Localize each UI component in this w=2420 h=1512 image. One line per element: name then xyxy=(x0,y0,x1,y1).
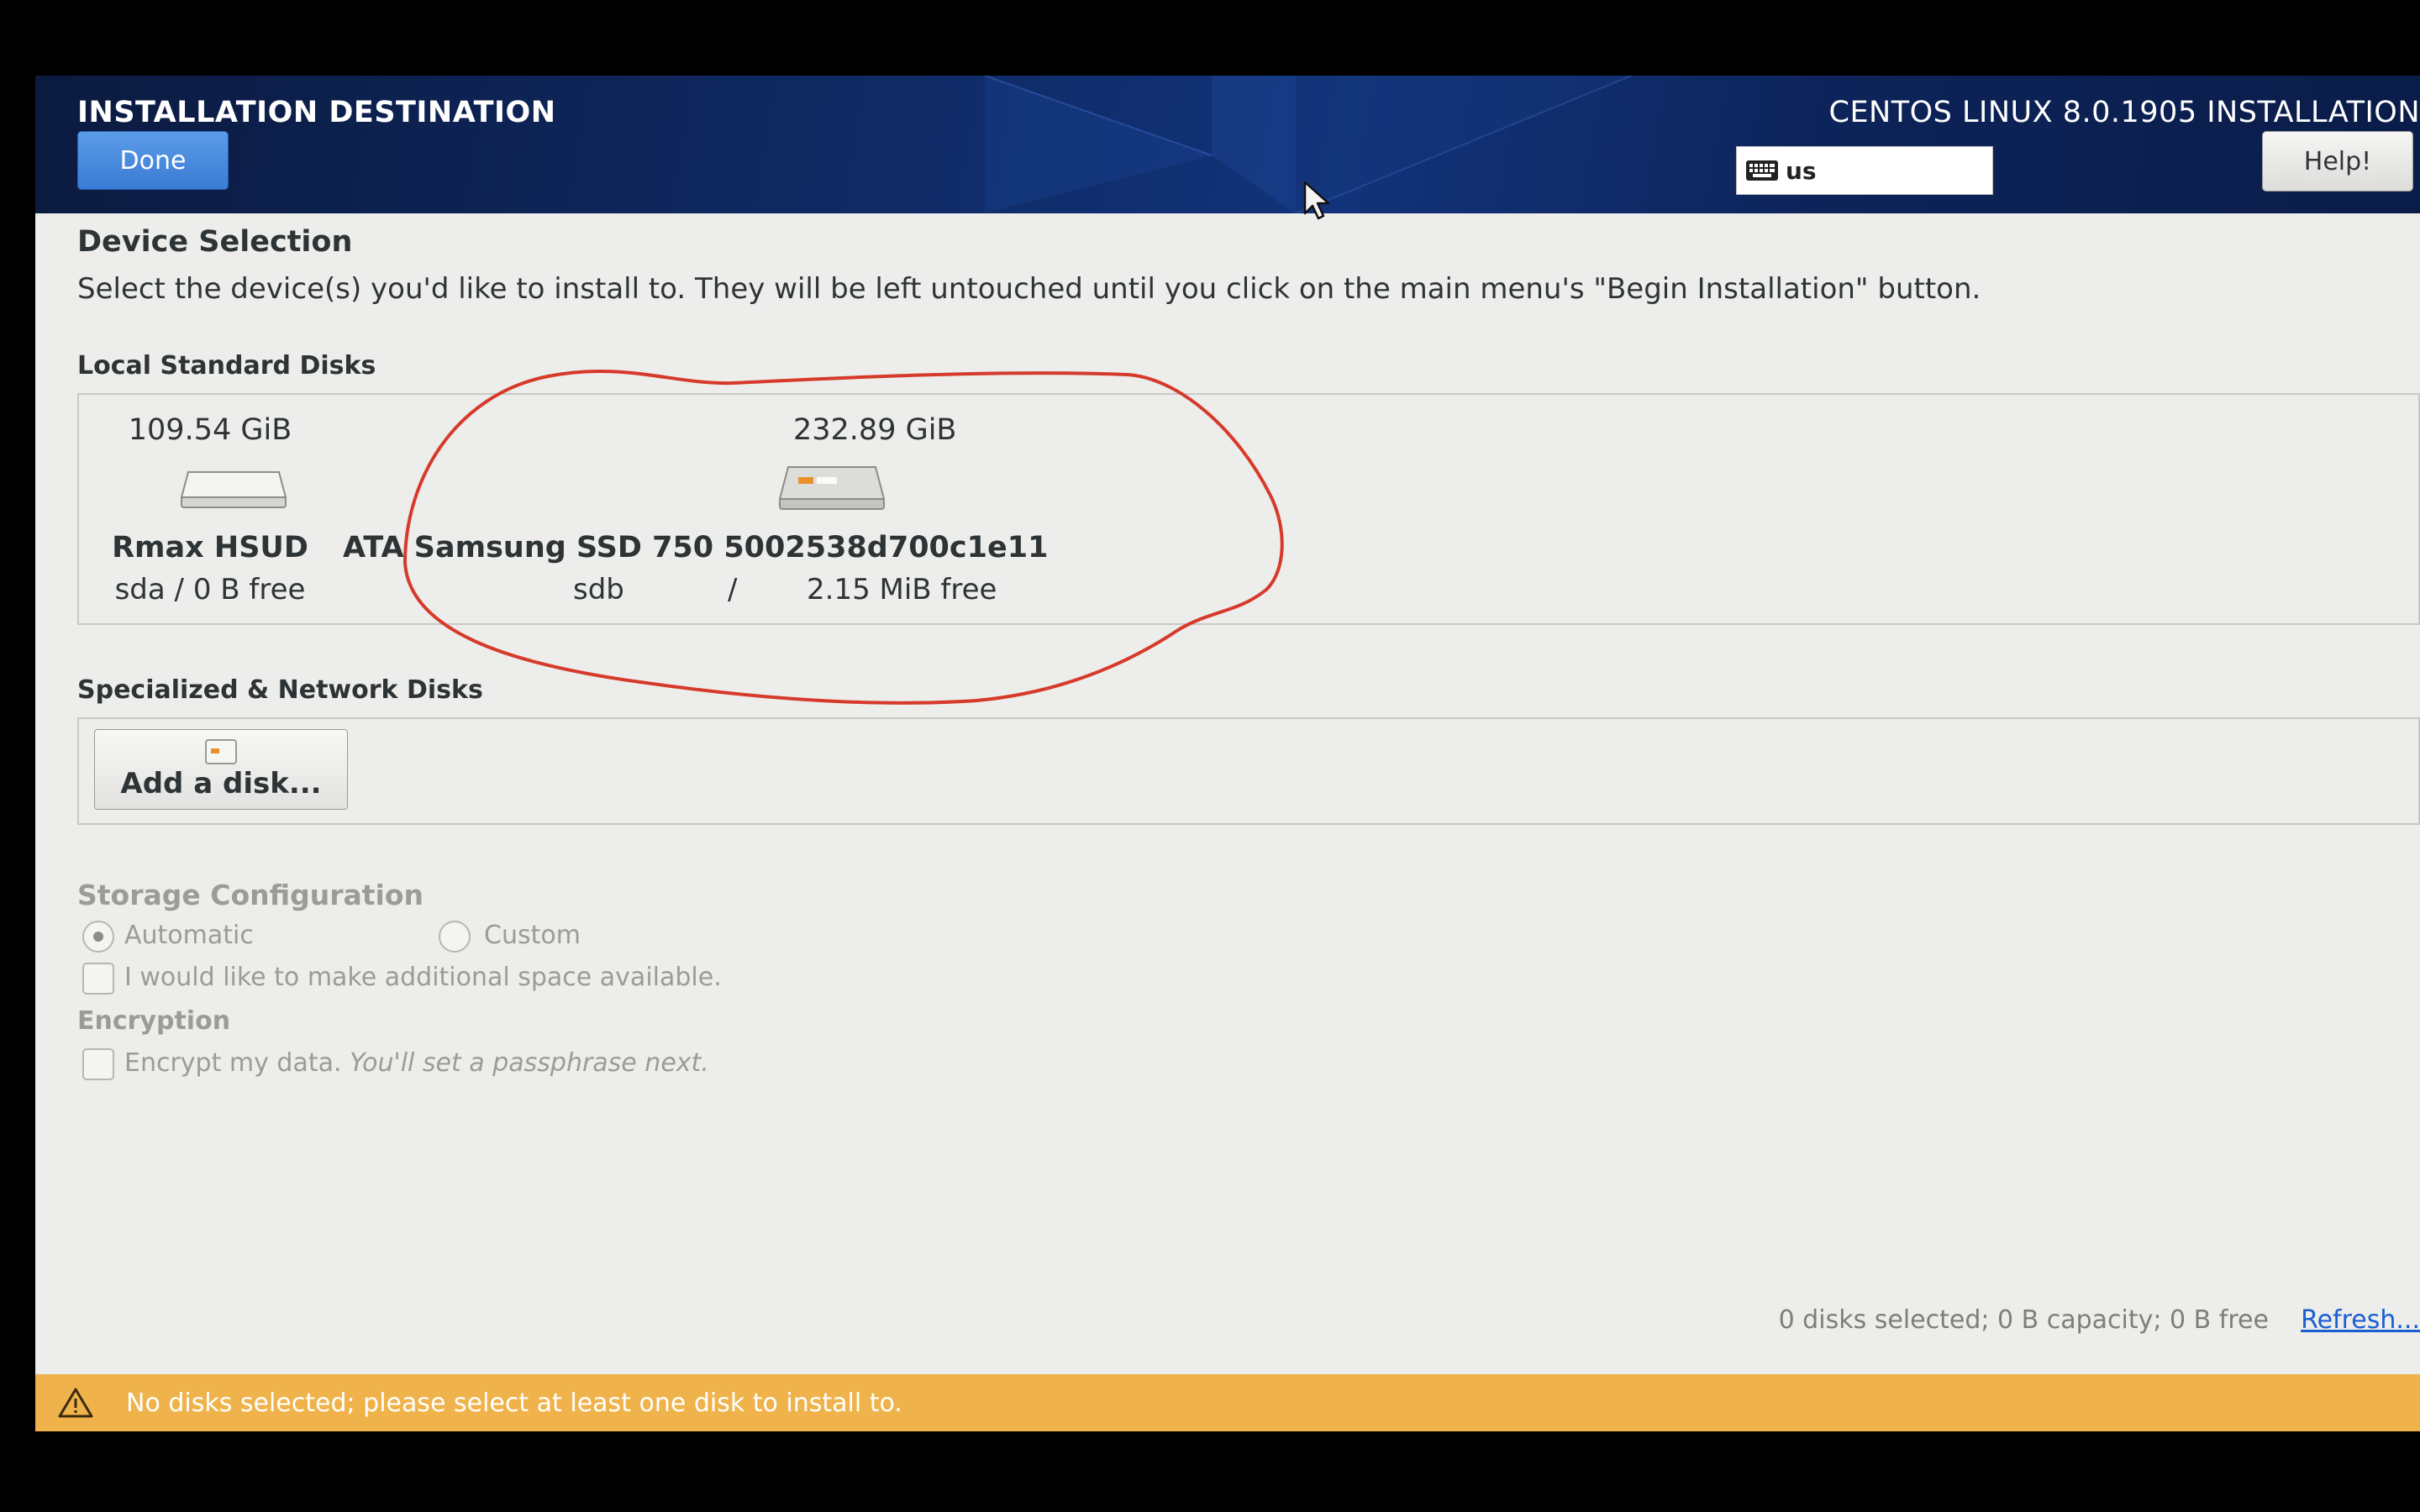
disk-item-sdb[interactable]: 232.89 GiB ATA Samsung SSD 750 5002538d7… xyxy=(343,395,1373,622)
disk-device: sdb xyxy=(573,573,624,606)
local-disks-panel: 109.54 GiB Rmax HSUD sda / 0 B free 232.… xyxy=(77,393,2420,625)
encrypt-hint: You'll set a passphrase next. xyxy=(350,1048,709,1078)
disk-name: ATA Samsung SSD 750 5002538d700c1e11 xyxy=(343,531,1049,564)
installer-screen: INSTALLATION DESTINATION CENTOS LINUX 8.… xyxy=(35,76,2420,1431)
warning-bar[interactable]: No disks selected; please select at leas… xyxy=(35,1374,2420,1431)
disk-details: sda / 0 B free xyxy=(96,573,324,606)
spoke-title: INSTALLATION DESTINATION xyxy=(77,96,556,129)
mouse-cursor-icon xyxy=(1303,181,1330,220)
reclaim-space-checkbox[interactable] xyxy=(82,963,114,995)
disk-free-space: 0 B free xyxy=(192,573,306,606)
disk-size: 232.89 GiB xyxy=(793,413,957,447)
disk-separator: / xyxy=(728,573,738,606)
encrypt-label-row: Encrypt my data. You'll set a passphrase… xyxy=(124,1048,709,1078)
disk-item-sda[interactable]: 109.54 GiB Rmax HSUD sda / 0 B free xyxy=(96,395,324,622)
keyboard-icon xyxy=(1746,160,1778,181)
disk-details: sdb / 2.15 MiB free xyxy=(415,573,1373,606)
add-disk-icon xyxy=(205,739,237,764)
network-disks-panel: Add a disk... xyxy=(77,717,2420,825)
disk-separator: / xyxy=(174,573,184,606)
add-disk-button[interactable]: Add a disk... xyxy=(94,729,348,810)
help-button[interactable]: Help! xyxy=(2262,131,2413,192)
done-button[interactable]: Done xyxy=(77,131,229,190)
keyboard-layout-label: us xyxy=(1786,156,1817,185)
hard-disk-icon xyxy=(180,471,287,508)
disk-device: sda xyxy=(114,573,166,606)
disk-size: 109.54 GiB xyxy=(128,413,292,447)
refresh-link[interactable]: Refresh... xyxy=(2301,1305,2420,1335)
custom-label: Custom xyxy=(484,921,581,950)
ssd-disk-icon xyxy=(778,466,886,510)
disk-name: Rmax HSUD xyxy=(112,531,308,564)
encrypt-checkbox[interactable] xyxy=(82,1048,114,1080)
disk-free-space: 2.15 MiB free xyxy=(807,573,997,606)
product-title: CENTOS LINUX 8.0.1905 INSTALLATION xyxy=(1828,96,2420,129)
custom-radio[interactable] xyxy=(439,921,471,953)
automatic-label: Automatic xyxy=(124,921,254,950)
add-disk-label: Add a disk... xyxy=(120,767,322,801)
spoke-header: INSTALLATION DESTINATION CENTOS LINUX 8.… xyxy=(35,76,2420,213)
network-disks-heading: Specialized & Network Disks xyxy=(77,675,483,705)
warning-icon xyxy=(58,1388,93,1418)
automatic-radio[interactable] xyxy=(82,921,114,953)
encryption-heading: Encryption xyxy=(77,1006,231,1036)
storage-config-heading: Storage Configuration xyxy=(77,879,424,911)
device-selection-heading: Device Selection xyxy=(77,225,353,259)
warning-text: No disks selected; please select at leas… xyxy=(126,1388,902,1418)
selection-summary: 0 disks selected; 0 B capacity; 0 B free… xyxy=(1779,1305,2420,1335)
local-disks-heading: Local Standard Disks xyxy=(77,351,376,381)
selection-summary-text: 0 disks selected; 0 B capacity; 0 B free xyxy=(1778,1305,2269,1335)
device-selection-description: Select the device(s) you'd like to insta… xyxy=(77,272,1981,306)
encrypt-label: Encrypt my data. xyxy=(124,1048,342,1078)
reclaim-space-label: I would like to make additional space av… xyxy=(124,963,722,992)
keyboard-layout-indicator[interactable]: us xyxy=(1736,146,1993,195)
